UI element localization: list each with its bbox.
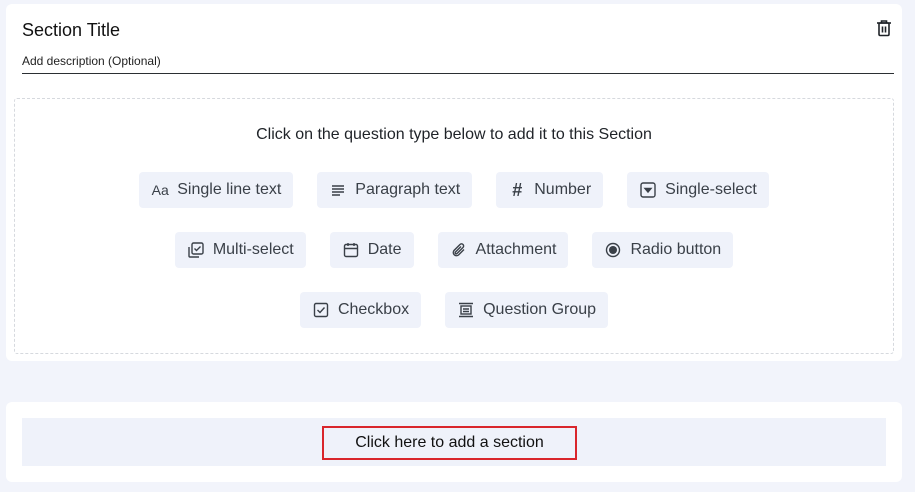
question-type-row: Multi-select Date Attachment Radio butto… (15, 232, 893, 268)
hash-icon: # (512, 179, 523, 200)
multi-check-icon (187, 241, 205, 259)
multi-select-button[interactable]: Multi-select (174, 232, 306, 268)
text-aa-icon: Aa (151, 182, 169, 198)
delete-section-button[interactable] (874, 19, 894, 42)
drop-zone-hint: Click on the question type below to add … (256, 126, 652, 143)
number-button[interactable]: # Number (496, 172, 604, 208)
question-type-row: Checkbox Question Group (15, 292, 893, 328)
multi-select-label: Multi-select (212, 241, 294, 258)
number-label: Number (534, 181, 592, 198)
date-button[interactable]: Date (329, 232, 414, 268)
attachment-button[interactable]: Attachment (437, 232, 569, 268)
radio-button-label: Radio button (630, 241, 722, 258)
section-card: Section Title Add description (Optional)… (6, 4, 902, 361)
question-drop-zone: Click on the question type below to add … (14, 98, 894, 354)
single-line-text-button[interactable]: Aa Single line text (139, 172, 294, 208)
add-section-card: Click here to add a section (6, 402, 902, 482)
radio-icon (604, 241, 622, 259)
question-group-button[interactable]: Question Group (445, 292, 609, 328)
add-section-strip[interactable]: Click here to add a section (22, 418, 886, 466)
checkbox-label: Checkbox (337, 301, 410, 318)
add-section-button[interactable]: Click here to add a section (322, 426, 577, 460)
single-select-label: Single-select (665, 181, 757, 198)
single-line-text-label: Single line text (177, 181, 282, 198)
dropdown-box-icon (639, 181, 657, 199)
paragraph-text-label: Paragraph text (355, 181, 461, 198)
paperclip-icon (450, 241, 468, 259)
checkbox-icon (312, 301, 330, 319)
question-group-label: Question Group (483, 301, 597, 318)
group-icon (457, 301, 475, 319)
single-select-button[interactable]: Single-select (627, 172, 769, 208)
calendar-icon (342, 241, 360, 259)
section-title[interactable]: Section Title (22, 18, 894, 42)
paragraph-text-button[interactable]: Paragraph text (317, 172, 473, 208)
paragraph-icon (329, 181, 347, 199)
section-header: Section Title (22, 18, 894, 44)
checkbox-button[interactable]: Checkbox (299, 292, 422, 328)
description-field[interactable]: Add description (Optional) (22, 52, 894, 74)
question-type-row: Aa Single line text Paragraph text # Num… (15, 172, 893, 208)
attachment-label: Attachment (475, 241, 557, 258)
radio-button-button[interactable]: Radio button (592, 232, 734, 268)
date-label: Date (367, 241, 402, 258)
trash-icon (876, 19, 892, 42)
